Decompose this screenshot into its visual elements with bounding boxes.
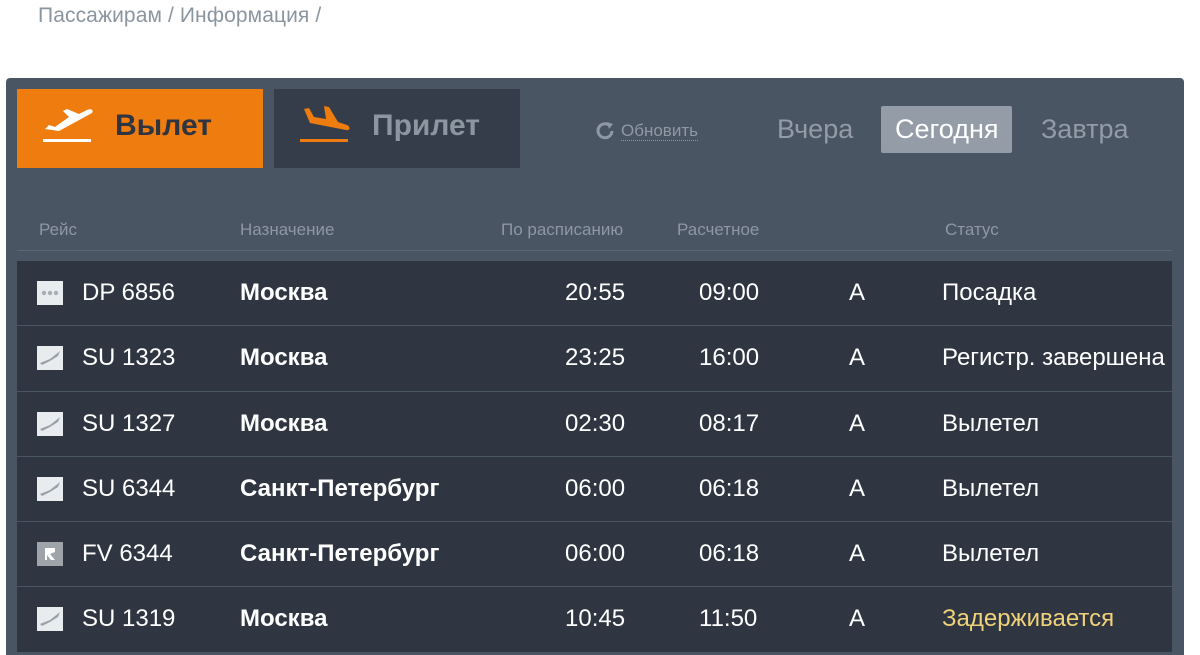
day-tomorrow[interactable]: Завтра	[1027, 106, 1142, 153]
flight-status: Вылетел	[942, 409, 1040, 437]
col-flight[interactable]: Рейс	[39, 220, 77, 240]
terminal: A	[849, 474, 866, 502]
scheduled-time: 20:55	[565, 279, 626, 306]
flight-number: FV 6344	[82, 540, 173, 568]
destination: Москва	[240, 605, 328, 633]
estimated-time: 06:18	[699, 474, 760, 502]
flight-number: DP 6856	[82, 279, 175, 306]
terminal: A	[849, 540, 866, 568]
scheduled-time: 10:45	[565, 605, 626, 633]
terminal: A	[849, 409, 866, 437]
flight-status: Вылетел	[942, 474, 1040, 502]
estimated-time: 06:18	[699, 540, 760, 568]
refresh-icon	[596, 122, 614, 140]
departure-tab[interactable]: Вылет	[17, 89, 263, 168]
su-airline-icon	[37, 346, 63, 371]
estimated-time: 16:00	[699, 344, 760, 372]
flight-status: Посадка	[942, 279, 1037, 306]
destination: Санкт-Петербург	[240, 540, 440, 568]
estimated-time: 08:17	[699, 409, 760, 437]
su-airline-icon	[37, 607, 63, 632]
flight-number: SU 6344	[82, 474, 176, 502]
table-header: Рейс Назначение По расписанию Расчетное …	[17, 218, 1172, 251]
scheduled-time: 06:00	[565, 474, 626, 502]
destination: Москва	[240, 279, 328, 306]
fv-airline-icon	[37, 542, 63, 567]
scheduled-time: 02:30	[565, 409, 626, 437]
flight-number: SU 1327	[82, 409, 176, 437]
flight-board: Вылет Прилет Обновить Вчера Сегодня Завт…	[6, 78, 1184, 655]
destination: Москва	[240, 344, 328, 372]
flight-status: Вылетел	[942, 540, 1040, 568]
col-status[interactable]: Статус	[945, 220, 999, 240]
flights-table: DP 6856 Москва 20:55 09:00 A Посадка SU …	[17, 261, 1172, 653]
destination: Санкт-Петербург	[240, 474, 440, 502]
estimated-time: 09:00	[699, 279, 760, 306]
su-airline-icon	[37, 411, 63, 436]
dp-airline-icon	[37, 281, 63, 305]
flight-status: Задерживается	[942, 605, 1115, 633]
flight-number: SU 1323	[82, 344, 176, 372]
col-destination[interactable]: Назначение	[240, 220, 334, 240]
table-row[interactable]: SU 1323 Москва 23:25 16:00 A Регистр. за…	[17, 326, 1172, 392]
destination: Москва	[240, 409, 328, 437]
terminal: A	[849, 279, 866, 306]
arrival-tab-label: Прилет	[372, 109, 480, 142]
arrival-tab[interactable]: Прилет	[274, 89, 520, 168]
day-yesterday[interactable]: Вчера	[763, 106, 867, 153]
estimated-time: 11:50	[699, 605, 758, 633]
refresh-label: Обновить	[621, 120, 698, 141]
plane-takeoff-icon	[43, 109, 93, 142]
scheduled-time: 06:00	[565, 540, 626, 568]
terminal: A	[849, 344, 866, 372]
flight-status: Регистр. завершена	[942, 344, 1165, 372]
table-row[interactable]: FV 6344 Санкт-Петербург 06:00 06:18 A Вы…	[17, 522, 1172, 588]
plane-landing-icon	[300, 106, 350, 142]
terminal: A	[849, 605, 866, 633]
table-row[interactable]: SU 1327 Москва 02:30 08:17 A Вылетел	[17, 391, 1172, 457]
table-row[interactable]: SU 1319 Москва 10:45 11:50 A Задерживает…	[17, 587, 1172, 653]
breadcrumb[interactable]: Пассажирам / Информация /	[38, 4, 321, 28]
scheduled-time: 23:25	[565, 344, 626, 372]
su-airline-icon	[37, 476, 63, 501]
refresh-button[interactable]: Обновить	[594, 120, 698, 142]
departure-tab-label: Вылет	[115, 109, 212, 142]
table-row[interactable]: SU 6344 Санкт-Петербург 06:00 06:18 A Вы…	[17, 456, 1172, 523]
col-scheduled[interactable]: По расписанию	[501, 220, 623, 240]
table-row[interactable]: DP 6856 Москва 20:55 09:00 A Посадка	[17, 261, 1172, 327]
col-estimated[interactable]: Расчетное	[677, 220, 759, 240]
day-today[interactable]: Сегодня	[881, 106, 1013, 153]
flight-number: SU 1319	[82, 605, 176, 633]
